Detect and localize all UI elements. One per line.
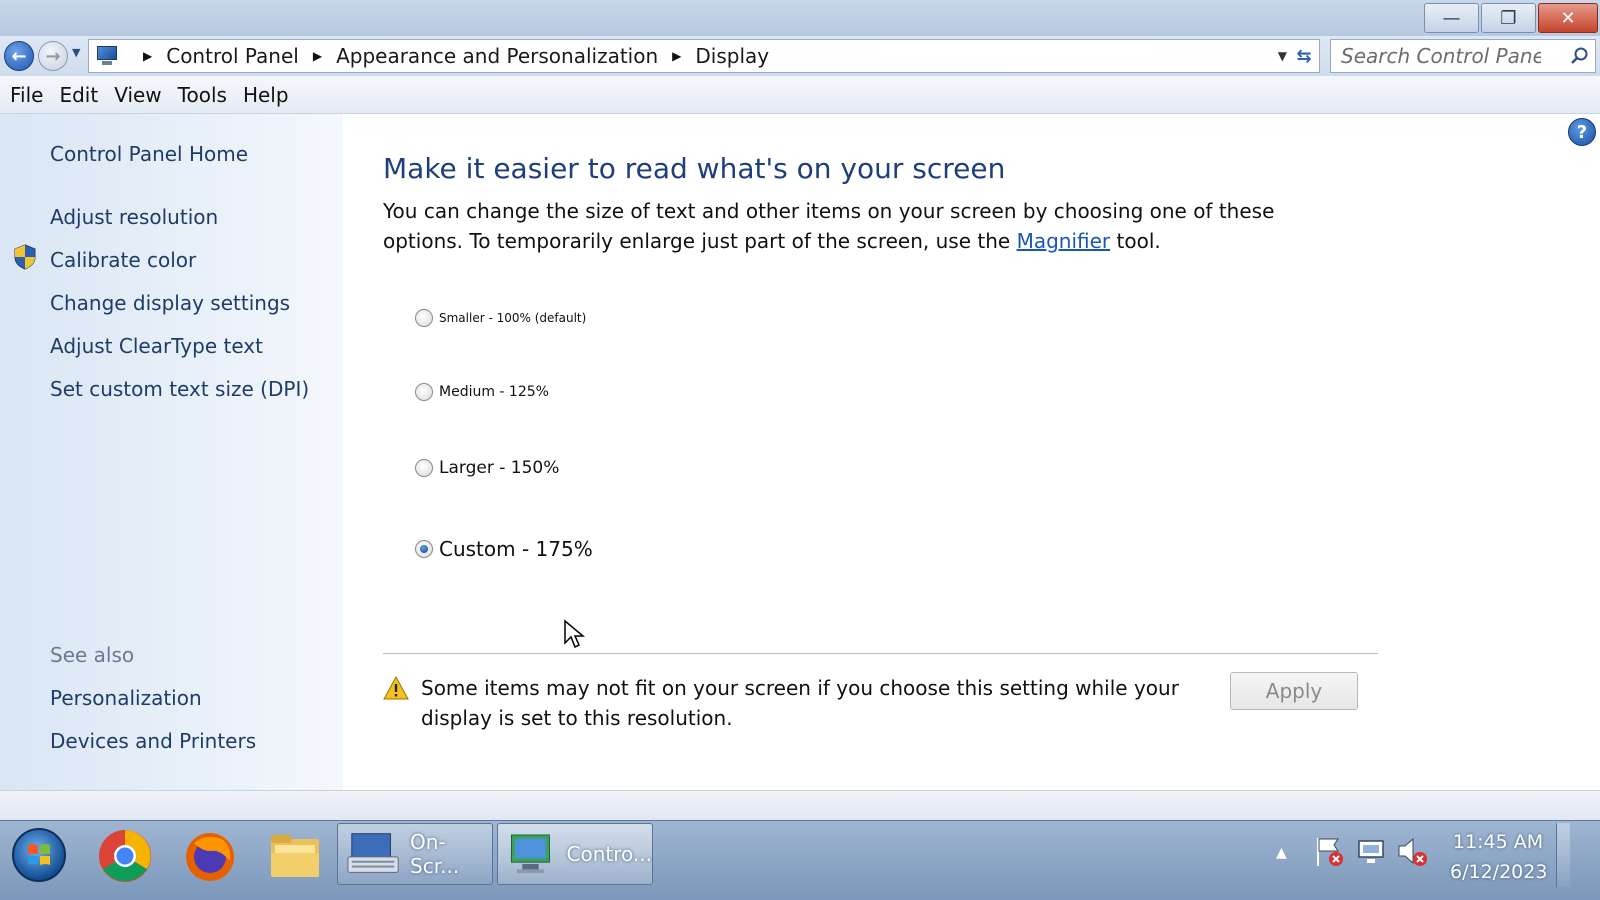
radio-medium[interactable] — [415, 383, 433, 401]
taskbar: On-Scr... Contro... ▲ 11:45 AM 6/12/2023 — [0, 820, 1600, 900]
apply-button[interactable]: Apply — [1230, 672, 1358, 710]
help-icon[interactable]: ? — [1568, 118, 1596, 146]
divider — [383, 653, 1378, 654]
forward-arrow-icon: → — [45, 45, 61, 67]
address-bar: ← → ▼ ▶ Control Panel ▶ Appearance and P… — [0, 36, 1600, 76]
window-controls: — ❐ ✕ — [1424, 3, 1598, 33]
magnifier-link[interactable]: Magnifier — [1017, 229, 1111, 253]
sidebar-item-personalization[interactable]: Personalization — [50, 686, 202, 710]
breadcrumb: ▶ Control Panel ▶ Appearance and Persona… — [129, 44, 769, 68]
keyboard-icon — [347, 833, 399, 873]
breadcrumb-separator-icon[interactable]: ▶ — [143, 49, 152, 63]
radio-smaller[interactable] — [415, 309, 433, 327]
clock-time: 11:45 AM — [1452, 831, 1544, 853]
action-center-flag-icon[interactable] — [1314, 835, 1346, 869]
see-also-heading: See also — [50, 643, 135, 667]
search-input[interactable] — [1341, 44, 1541, 68]
sidebar-item-control-panel-home[interactable]: Control Panel Home — [50, 142, 248, 166]
taskbar-task-label: On-Scr... — [410, 830, 460, 878]
radio-larger[interactable] — [415, 459, 433, 477]
option-larger-label: Larger - 150% — [439, 458, 560, 478]
taskbar-task-control-panel[interactable]: Contro... — [497, 823, 653, 885]
menu-help[interactable]: Help — [243, 83, 289, 107]
refresh-icon[interactable]: ⇆ — [1291, 43, 1317, 69]
menu-edit[interactable]: Edit — [59, 83, 98, 107]
intro-text: You can change the size of text and othe… — [383, 196, 1343, 256]
sidebar-item-devices-and-printers[interactable]: Devices and Printers — [50, 729, 256, 753]
show-desktop-button[interactable] — [1556, 823, 1570, 887]
menu-bar: File Edit View Tools Help — [0, 76, 1600, 114]
firefox-icon[interactable] — [180, 827, 240, 885]
title-bar: — ❐ ✕ — [0, 0, 1600, 36]
mouse-cursor-icon — [564, 619, 585, 649]
control-panel-icon — [95, 45, 121, 67]
option-medium-label: Medium - 125% — [439, 384, 549, 400]
minimize-button[interactable]: — — [1424, 3, 1479, 33]
windows-logo-icon — [28, 844, 50, 865]
back-arrow-icon: ← — [11, 45, 27, 67]
close-button[interactable]: ✕ — [1538, 3, 1598, 33]
address-dropdown-icon[interactable]: ▼ — [1278, 49, 1287, 63]
option-medium[interactable]: Medium - 125% — [415, 383, 549, 401]
taskbar-task-label: Contro... — [566, 842, 652, 866]
warning-text: Some items may not fit on your screen if… — [421, 676, 1179, 730]
sidebar-item-custom-dpi[interactable]: Set custom text size (DPI) — [50, 377, 309, 401]
chrome-icon[interactable] — [95, 827, 155, 885]
menu-file[interactable]: File — [10, 83, 43, 107]
sidebar-item-calibrate-color[interactable]: Calibrate color — [50, 248, 196, 272]
volume-muted-icon[interactable] — [1396, 835, 1430, 869]
search-icon[interactable] — [1569, 46, 1589, 66]
clock[interactable]: 11:45 AM 6/12/2023 — [1450, 827, 1548, 887]
breadcrumb-display[interactable]: Display — [695, 44, 769, 68]
status-bar — [0, 790, 1600, 820]
sidebar: Control Panel Home Adjust resolution Cal… — [0, 114, 343, 790]
warning-icon — [383, 676, 409, 700]
radio-custom[interactable] — [415, 540, 433, 558]
show-hidden-icons-icon[interactable]: ▲ — [1276, 845, 1287, 861]
menu-tools[interactable]: Tools — [178, 83, 227, 107]
sidebar-item-adjust-cleartype[interactable]: Adjust ClearType text — [50, 334, 263, 358]
main-content: ? Make it easier to read what's on your … — [343, 114, 1600, 790]
forward-button[interactable]: → — [38, 41, 68, 71]
control-panel-taskbar-icon — [510, 834, 550, 874]
option-larger[interactable]: Larger - 150% — [415, 458, 559, 478]
option-custom[interactable]: Custom - 175% — [415, 537, 593, 561]
clock-date: 6/12/2023 — [1450, 861, 1548, 883]
option-smaller-label: Smaller - 100% (default) — [439, 311, 587, 325]
restore-button[interactable]: ❐ — [1481, 3, 1536, 33]
file-explorer-icon[interactable] — [265, 827, 325, 885]
address-field[interactable]: ▶ Control Panel ▶ Appearance and Persona… — [88, 39, 1320, 73]
start-button[interactable] — [12, 828, 66, 882]
sidebar-item-change-display-settings[interactable]: Change display settings — [50, 291, 290, 315]
sidebar-item-adjust-resolution[interactable]: Adjust resolution — [50, 205, 218, 229]
breadcrumb-appearance[interactable]: Appearance and Personalization — [336, 44, 658, 68]
breadcrumb-separator-icon[interactable]: ▶ — [313, 49, 322, 63]
breadcrumb-separator-icon[interactable]: ▶ — [672, 49, 681, 63]
network-icon[interactable] — [1355, 837, 1387, 867]
taskbar-task-on-screen-keyboard[interactable]: On-Scr... — [337, 823, 493, 885]
option-smaller[interactable]: Smaller - 100% (default) — [415, 309, 586, 327]
option-custom-label: Custom - 175% — [439, 537, 593, 561]
intro-text-after: tool. — [1116, 229, 1161, 253]
recent-pages-dropdown[interactable]: ▼ — [72, 46, 80, 59]
back-button[interactable]: ← — [4, 41, 34, 71]
page-title: Make it easier to read what's on your sc… — [383, 152, 1006, 185]
breadcrumb-control-panel[interactable]: Control Panel — [166, 44, 299, 68]
menu-view[interactable]: View — [114, 83, 161, 107]
shield-icon — [14, 244, 36, 270]
search-box[interactable] — [1330, 39, 1596, 73]
